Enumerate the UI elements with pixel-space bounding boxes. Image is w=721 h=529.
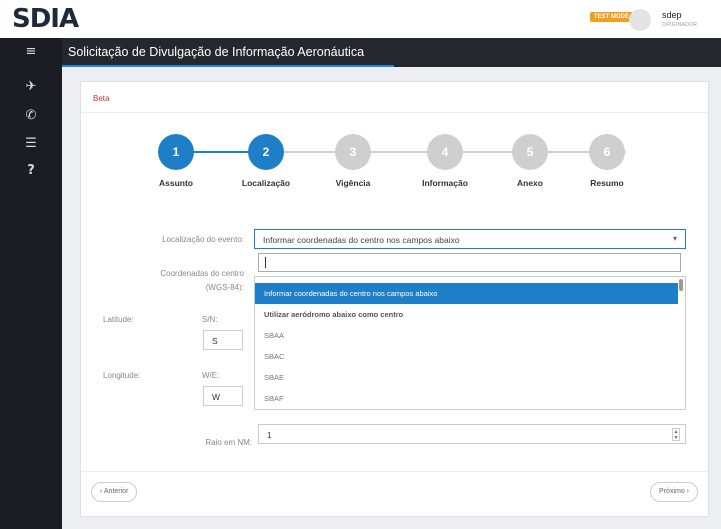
test-mode-badge: TEST MODE [590,12,634,22]
number-spinner-icon[interactable]: ▲ ▼ [672,428,680,441]
phone-icon[interactable]: ✆ [22,108,40,123]
menu-icon[interactable]: ≡ [22,44,40,59]
divider [81,471,708,472]
raio-label: Raio em NM: [205,438,252,447]
localizacao-label: Localização do evento: [162,235,244,244]
longitude-label: Longitude: [103,371,141,380]
step-1-circle[interactable]: 1 [158,134,194,170]
help-icon[interactable]: ? [22,163,40,178]
title-bar: Solicitação de Divulgação de Informação … [62,38,721,67]
raio-value: 1 [267,431,272,440]
avatar[interactable] [629,9,651,31]
previous-button[interactable]: ‹ Anterior [91,482,138,502]
step-1-label: Assunto [159,178,193,188]
latitude-label: Latitude: [103,315,134,324]
text-cursor [265,257,266,268]
list-icon[interactable]: ☰ [22,136,40,151]
dropdown-option[interactable]: Informar coordenadas do centro nos campo… [255,283,678,304]
dropdown-scrollbar[interactable] [679,279,683,291]
top-header: SDIA TEST MODE sdep ORIGINADOR [0,0,721,38]
we-label: W/E: [202,371,220,380]
step-2-circle[interactable]: 2 [248,134,284,170]
raio-field[interactable]: 1 ▲ ▼ [258,424,686,444]
form-card: Beta 1 2 3 4 5 6 Assunto Localização Vig… [80,81,709,517]
dropdown-option[interactable]: Utilizar aeródromo abaixo como centro [255,304,678,325]
sn-field[interactable]: S [203,330,243,350]
dropdown-option[interactable]: SBAA [255,325,678,346]
dropdown-option[interactable]: SBAF [255,388,678,409]
beta-label: Beta [93,94,110,103]
sn-label: S/N: [202,315,218,324]
localizacao-dropdown-list: Informar coordenadas do centro nos campo… [254,276,686,410]
main-content: Beta 1 2 3 4 5 6 Assunto Localização Vig… [62,67,721,529]
dropdown-option[interactable]: SBAC [255,346,678,367]
step-5-circle[interactable]: 5 [512,134,548,170]
localizacao-select-value: Informar coordenadas do centro nos campo… [263,235,460,245]
coordenadas-sublabel: (WGS-84): [205,283,244,292]
step-4-label: Informação [422,178,468,188]
we-field[interactable]: W [203,386,243,406]
page-title: Solicitação de Divulgação de Informação … [68,45,365,59]
chevron-down-icon[interactable]: ▾ [673,234,677,243]
username[interactable]: sdep [662,10,682,20]
sidebar: ≡ ✈ ✆ ☰ ? [0,38,62,529]
divider [81,112,708,113]
dropdown-search-input[interactable] [258,253,681,272]
localizacao-select[interactable]: Informar coordenadas do centro nos campo… [254,229,686,249]
step-3-label: Vigência [335,178,371,188]
app-logo[interactable]: SDIA [12,4,79,34]
step-4-circle[interactable]: 4 [427,134,463,170]
user-role: ORIGINADOR [662,22,698,28]
step-3-circle[interactable]: 3 [335,134,371,170]
next-button[interactable]: Próximo › [650,482,698,502]
step-6-circle[interactable]: 6 [589,134,625,170]
coordenadas-label: Coordenadas do centro [160,269,244,278]
step-2-label: Localização [241,178,291,188]
step-6-label: Resumo [590,178,624,188]
dropdown-option[interactable]: SBAE [255,367,678,388]
airplane-icon[interactable]: ✈ [22,79,40,94]
